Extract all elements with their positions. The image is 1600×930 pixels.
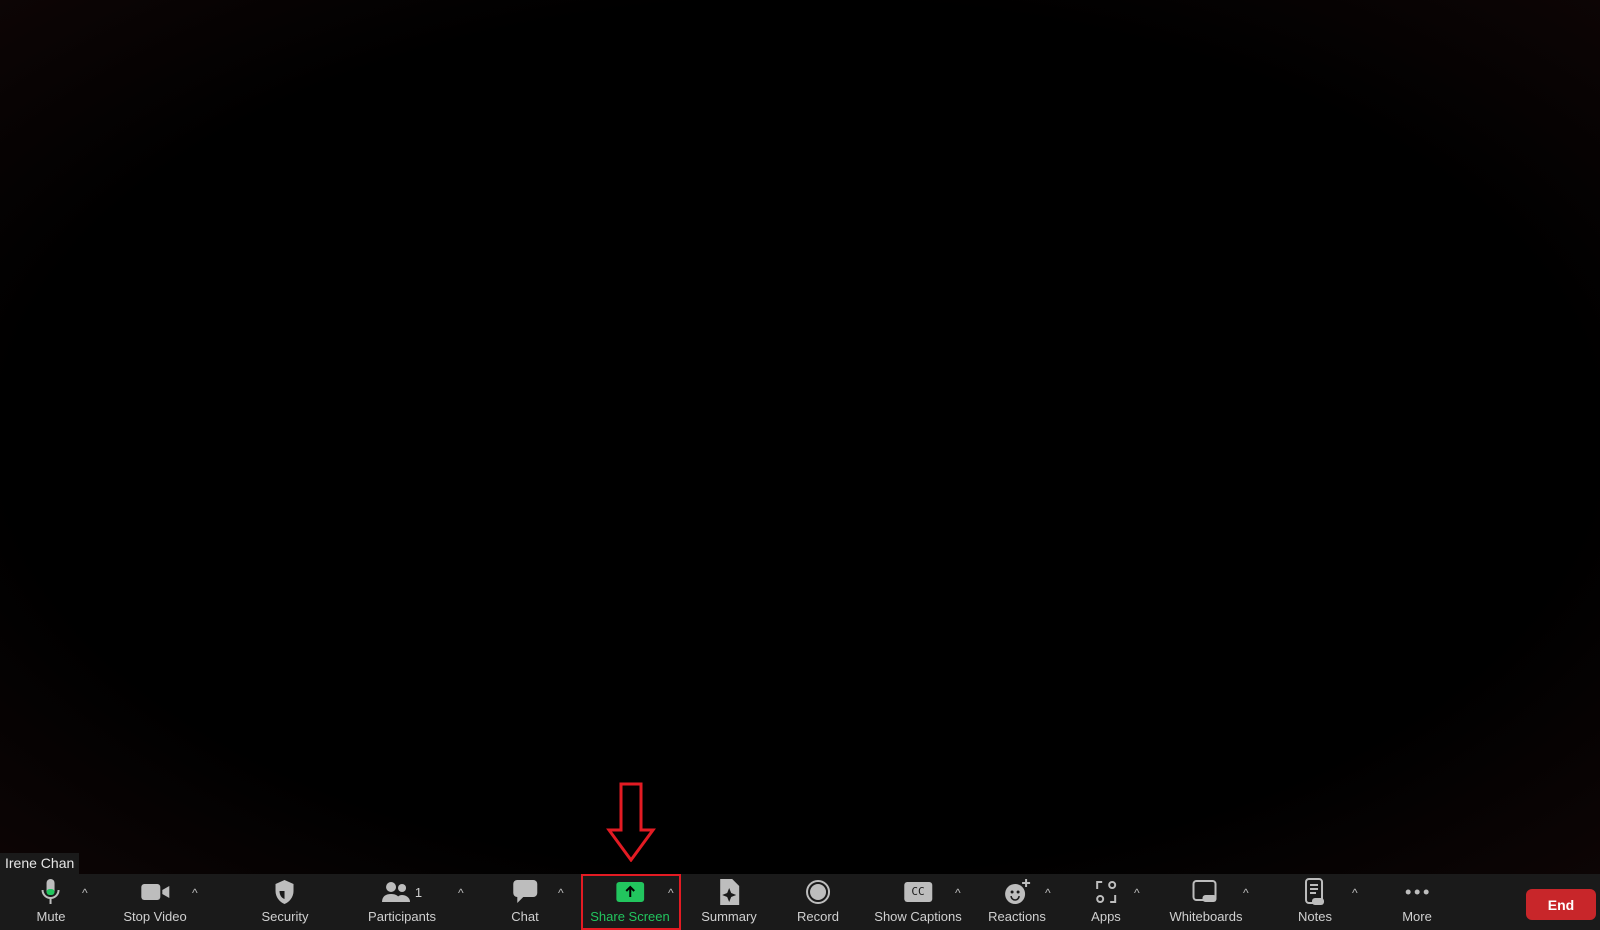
- notes-options-caret[interactable]: ^: [1352, 886, 1358, 900]
- reactions-options-caret[interactable]: ^: [1045, 886, 1051, 900]
- whiteboards-button[interactable]: Whiteboards: [1170, 874, 1242, 930]
- annotation-down-arrow-icon: [606, 782, 656, 862]
- microphone-icon: [40, 876, 62, 908]
- video-options-caret[interactable]: ^: [192, 886, 198, 900]
- show-captions-button[interactable]: CC Show Captions: [874, 874, 962, 930]
- apps-button[interactable]: Apps: [1091, 874, 1121, 930]
- apps-icon: [1094, 876, 1118, 908]
- chat-bubble-icon: [512, 876, 538, 908]
- share-screen-highlight-box: [581, 874, 681, 930]
- captions-options-caret[interactable]: ^: [955, 886, 961, 900]
- mute-options-caret[interactable]: ^: [82, 886, 88, 900]
- video-area: [0, 0, 1600, 874]
- record-icon: [805, 876, 831, 908]
- summary-document-icon: [718, 876, 740, 908]
- video-camera-icon: [140, 876, 170, 908]
- notes-icon: [1304, 876, 1326, 908]
- apps-options-caret[interactable]: ^: [1134, 886, 1140, 900]
- whiteboard-icon: [1192, 876, 1219, 908]
- closed-captions-icon: CC: [903, 882, 932, 902]
- chat-button[interactable]: Chat: [511, 874, 539, 930]
- reaction-smiley-icon: [1003, 876, 1031, 908]
- more-ellipsis-icon: [1404, 876, 1430, 908]
- security-button[interactable]: Security: [262, 874, 308, 930]
- shield-icon: [274, 876, 296, 908]
- summary-button[interactable]: Summary: [701, 874, 757, 930]
- mute-button[interactable]: Mute: [37, 874, 65, 930]
- participants-icon: [381, 882, 410, 902]
- end-meeting-button[interactable]: End: [1526, 889, 1596, 920]
- whiteboards-options-caret[interactable]: ^: [1243, 886, 1249, 900]
- stop-video-button[interactable]: Stop Video: [123, 874, 187, 930]
- more-button[interactable]: More: [1402, 874, 1432, 930]
- reactions-button[interactable]: Reactions: [988, 874, 1046, 930]
- participant-name-tag: Irene Chan: [0, 853, 80, 874]
- notes-button[interactable]: Notes: [1298, 874, 1332, 930]
- meeting-toolbar: Mute ^ Stop Video ^ Security 1 Participa…: [0, 874, 1600, 930]
- participants-options-caret[interactable]: ^: [458, 886, 464, 900]
- participants-count: 1: [414, 884, 423, 900]
- record-button[interactable]: Record: [797, 874, 839, 930]
- participants-button[interactable]: 1 Participants: [368, 874, 436, 930]
- chat-options-caret[interactable]: ^: [558, 886, 564, 900]
